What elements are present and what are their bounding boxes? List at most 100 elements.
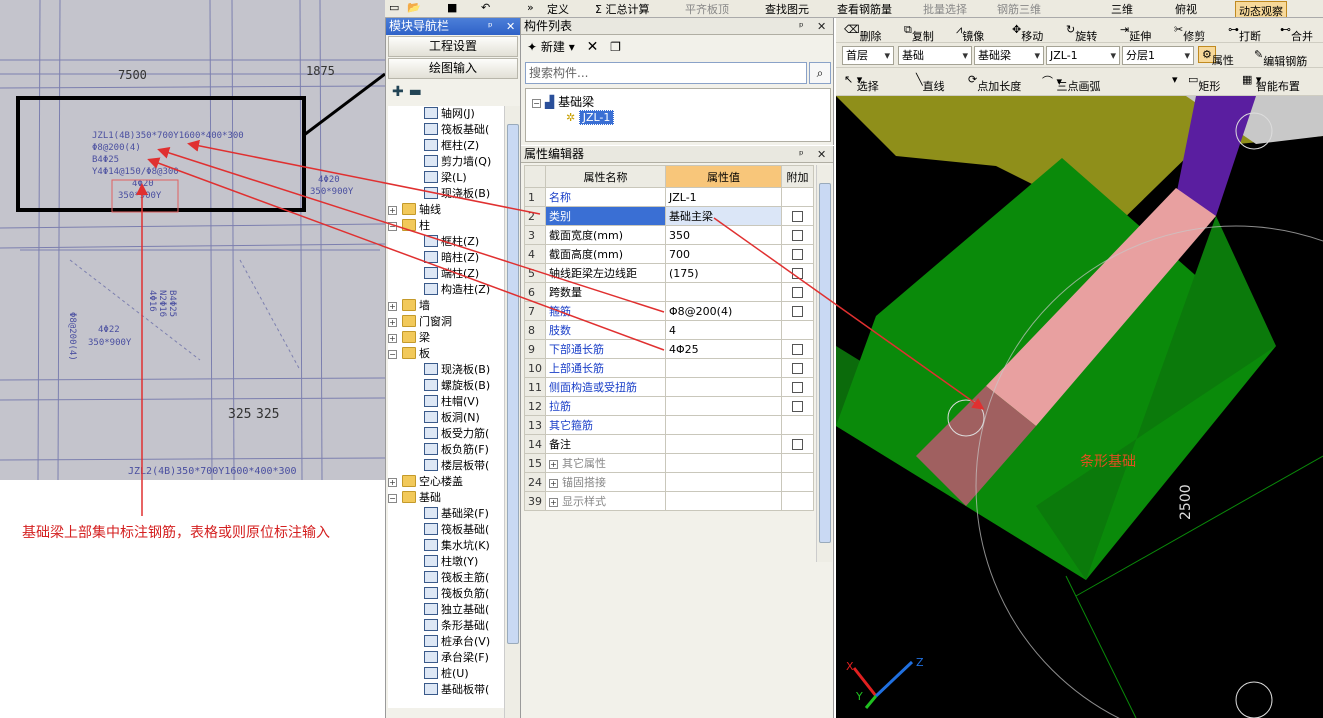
add-checkbox[interactable]: [792, 400, 803, 412]
property-value[interactable]: JZL-1: [665, 187, 782, 207]
3d-viewport[interactable]: 条形基础 2500 X Z Y: [836, 96, 1323, 718]
nav-tree-item[interactable]: 筏板基础(: [388, 522, 504, 538]
nav-tree-item[interactable]: 独立基础(: [388, 602, 504, 618]
add-checkbox[interactable]: [792, 381, 803, 393]
property-row[interactable]: 12 拉筋: [524, 396, 814, 416]
view-3d-button[interactable]: 三维: [1111, 1, 1133, 17]
expand-icon[interactable]: +: [388, 302, 397, 311]
nav-tree-item[interactable]: 基础梁(F): [388, 506, 504, 522]
property-row[interactable]: 15 + 其它属性: [524, 453, 814, 473]
view-rebar-button[interactable]: 查看钢筋量: [837, 1, 892, 17]
edit-rebar-button[interactable]: ✎ 编辑钢筋: [1254, 48, 1307, 68]
property-value[interactable]: 基础主梁: [665, 206, 782, 226]
property-row[interactable]: 1 名称 JZL-1: [524, 187, 814, 207]
nav-tree-item[interactable]: 轴网(J): [388, 106, 504, 122]
batch-select-button[interactable]: 批量选择: [923, 1, 967, 17]
nav-tree-item[interactable]: + 梁: [388, 330, 504, 346]
property-row[interactable]: 9 下部通长筋 4Φ25: [524, 339, 814, 359]
merge-button[interactable]: ⊷ 合并: [1280, 23, 1313, 43]
add-checkbox[interactable]: [792, 210, 803, 222]
property-value[interactable]: 4Φ25: [665, 339, 782, 359]
rect-dropdown-icon[interactable]: ▾: [1172, 73, 1178, 86]
nav-tree-item[interactable]: 桩(U): [388, 666, 504, 682]
nav-tree-item[interactable]: − 板: [388, 346, 504, 362]
property-row[interactable]: 3 截面宽度(mm) 350: [524, 225, 814, 245]
new-component-button[interactable]: ✦ 新建 ▾: [527, 40, 575, 54]
drawing-input-button[interactable]: 绘图输入: [388, 58, 518, 79]
open-file-icon[interactable]: 📂: [407, 1, 421, 14]
undo-icon[interactable]: ↶: [481, 1, 490, 14]
add-checkbox[interactable]: [792, 267, 803, 279]
property-row[interactable]: 39 + 显示样式: [524, 491, 814, 511]
add-checkbox[interactable]: [792, 438, 803, 450]
nav-vertical-scrollbar[interactable]: [504, 106, 520, 718]
expand-icon[interactable]: +: [388, 334, 397, 343]
rotate-button[interactable]: ↻ 旋转: [1066, 23, 1097, 43]
tree-child[interactable]: ✲ JZL-1: [566, 110, 615, 125]
add-checkbox[interactable]: [792, 362, 803, 374]
property-row[interactable]: 10 上部通长筋: [524, 358, 814, 378]
layer-select[interactable]: 分层1: [1122, 46, 1194, 65]
property-vertical-scrollbar[interactable]: [816, 165, 832, 562]
nav-tree-item[interactable]: 筏板负筋(: [388, 586, 504, 602]
collapse-all-icon[interactable]: ▬: [409, 84, 422, 100]
property-value[interactable]: Φ8@200(4): [665, 301, 782, 321]
property-value[interactable]: [665, 453, 782, 473]
arc3-button[interactable]: ⌒ 三点画弧 ▾: [1042, 73, 1101, 93]
nav-tree-item[interactable]: 框柱(Z): [388, 234, 504, 250]
property-value[interactable]: (175): [665, 263, 782, 283]
nav-tree-item[interactable]: 构造柱(Z): [388, 282, 504, 298]
nav-tree-item[interactable]: − 柱: [388, 218, 504, 234]
expand-icon[interactable]: +: [549, 479, 558, 488]
nav-tree-item[interactable]: 螺旋板(B): [388, 378, 504, 394]
add-checkbox[interactable]: [792, 343, 803, 355]
add-checkbox[interactable]: [792, 229, 803, 241]
nav-tree-item[interactable]: 筏板主筋(: [388, 570, 504, 586]
property-row[interactable]: 13 其它箍筋: [524, 415, 814, 435]
collapse-icon[interactable]: −: [388, 350, 397, 359]
project-settings-button[interactable]: 工程设置: [388, 36, 518, 57]
collapse-icon[interactable]: −: [388, 494, 397, 503]
property-row[interactable]: 8 肢数 4: [524, 320, 814, 340]
nav-tree-item[interactable]: 剪力墙(Q): [388, 154, 504, 170]
tree-root[interactable]: − ▟ 基础梁: [532, 93, 594, 110]
find-element-button[interactable]: 查找图元: [765, 1, 809, 17]
nav-tree-item[interactable]: 板负筋(F): [388, 442, 504, 458]
flat-slab-button[interactable]: 平齐板顶: [685, 1, 729, 17]
new-file-icon[interactable]: ▭: [389, 1, 399, 14]
nav-tree-item[interactable]: + 墙: [388, 298, 504, 314]
sum-calc-button[interactable]: Σ 汇总计算: [595, 1, 649, 17]
collapse-icon[interactable]: −: [388, 222, 397, 231]
break-button[interactable]: ⊶ 打断: [1228, 23, 1261, 43]
nav-tree-item[interactable]: 板洞(N): [388, 410, 504, 426]
nav-tree-item[interactable]: 暗柱(Z): [388, 250, 504, 266]
delete-icon[interactable]: ✕: [587, 39, 599, 55]
property-row[interactable]: 5 轴线距梁左边线距 (175): [524, 263, 814, 283]
expand-all-icon[interactable]: ✚: [392, 84, 404, 100]
nav-tree-item[interactable]: 楼层板带(: [388, 458, 504, 474]
nav-tree-item[interactable]: 集水坑(K): [388, 538, 504, 554]
component-select[interactable]: JZL-1: [1046, 46, 1120, 65]
top-view-button[interactable]: 俯视: [1175, 1, 1197, 17]
floor-select[interactable]: 首层: [842, 46, 894, 65]
property-row[interactable]: 24 + 锚固搭接: [524, 472, 814, 492]
property-row[interactable]: 7 箍筋 Φ8@200(4): [524, 301, 814, 321]
pin-icon[interactable]: ᵖ: [799, 146, 804, 163]
close-icon[interactable]: ✕: [506, 18, 515, 35]
select-button[interactable]: ↖ 选择 ▾: [844, 73, 879, 93]
property-value[interactable]: [665, 472, 782, 492]
nav-tree-item[interactable]: 现浇板(B): [388, 186, 504, 202]
close-icon[interactable]: ✕: [817, 18, 826, 35]
line-button[interactable]: ╲ 直线: [916, 73, 945, 93]
add-checkbox[interactable]: [792, 305, 803, 317]
property-value[interactable]: [665, 377, 782, 397]
copy-icon[interactable]: ❐: [610, 40, 621, 54]
expand-icon[interactable]: +: [549, 498, 558, 507]
property-row[interactable]: 11 侧面构造或受扭筋: [524, 377, 814, 397]
property-value[interactable]: [665, 434, 782, 454]
nav-tree-item[interactable]: + 轴线: [388, 202, 504, 218]
expand-icon[interactable]: +: [388, 478, 397, 487]
search-icon[interactable]: ⌕: [809, 62, 831, 84]
more-icon[interactable]: »: [527, 1, 534, 14]
smart-layout-button[interactable]: ▦ 智能布置 ▾: [1242, 73, 1300, 93]
